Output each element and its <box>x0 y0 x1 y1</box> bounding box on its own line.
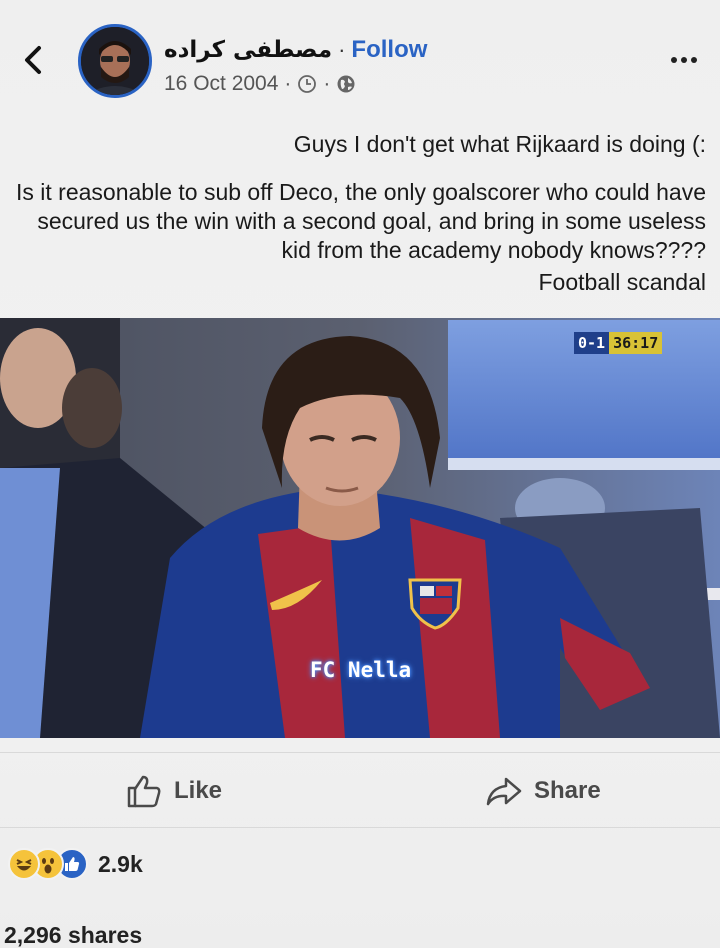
post-date[interactable]: 16 Oct 2004 <box>164 72 278 96</box>
share-arrow-icon <box>486 777 522 806</box>
reaction-summary[interactable]: 2.9k <box>8 844 143 884</box>
globe-icon <box>337 75 355 93</box>
post-text-tagline: Football scandal <box>538 269 707 295</box>
author-line: مصطفى كراده · Follow <box>164 34 427 66</box>
score-text: 0-1 <box>574 332 610 354</box>
shares-count[interactable]: 2,296 shares <box>4 922 142 948</box>
reaction-count[interactable]: 2.9k <box>98 851 143 878</box>
like-button[interactable]: Like <box>126 773 222 809</box>
back-button[interactable] <box>18 42 48 78</box>
avatar-image <box>81 27 149 95</box>
thumbs-up-icon <box>127 775 161 808</box>
post-card: مصطفى كراده · Follow 16 Oct 2004 · · Guy… <box>0 0 720 948</box>
follow-button[interactable]: Follow <box>351 36 427 64</box>
like-label: Like <box>174 777 223 804</box>
separator-dot: · <box>323 72 331 95</box>
haha-reaction-icon <box>8 848 40 880</box>
post-text-line: Guys I don't get what Rijkaard is doing … <box>293 131 706 157</box>
chevron-left-icon <box>25 46 41 74</box>
more-dot-icon <box>671 57 677 63</box>
more-dot-icon <box>691 57 697 63</box>
action-bar: Like Share <box>0 752 720 828</box>
scoreboard: 0-1 36:17 <box>574 332 663 354</box>
share-button[interactable]: Share <box>486 773 601 809</box>
clock-icon <box>298 75 317 93</box>
share-label: Share <box>534 777 601 804</box>
separator-dot: · <box>338 37 346 62</box>
avatar[interactable] <box>78 24 152 98</box>
more-dot-icon <box>681 57 687 63</box>
overlay-caption: FC Nella <box>310 658 412 682</box>
more-options-button[interactable] <box>664 48 704 72</box>
post-photo[interactable]: 0-1 36:17 FC Nella <box>0 318 720 738</box>
match-clock: 36:17 <box>609 332 663 354</box>
separator-dot: · <box>284 72 292 95</box>
post-meta: 16 Oct 2004 · · <box>164 70 356 98</box>
post-text-body: Is it reasonable to sub off Deco, the on… <box>16 179 706 263</box>
author-name[interactable]: مصطفى كراده <box>164 37 332 63</box>
